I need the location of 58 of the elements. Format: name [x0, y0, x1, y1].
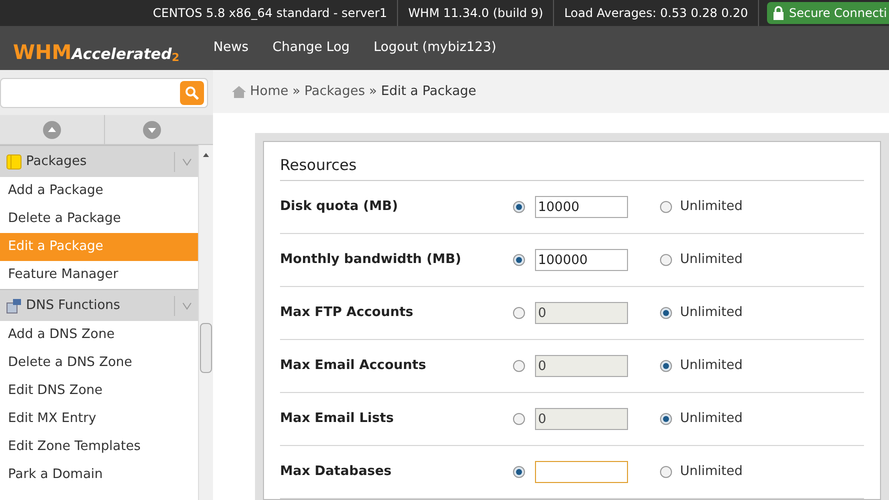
radio-label: Unlimited: [680, 251, 743, 270]
sidebar-item[interactable]: Delete a DNS Zone: [0, 349, 198, 377]
lock-icon: [772, 6, 784, 20]
section-header[interactable]: Packages: [0, 145, 198, 177]
sidebar-item[interactable]: Add a DNS Zone: [0, 321, 198, 349]
text-input-field[interactable]: 10000: [535, 196, 628, 218]
radio-button[interactable]: [513, 360, 525, 372]
field-label: Max FTP Accounts: [280, 304, 414, 322]
home-icon: [232, 86, 246, 98]
text-input-field[interactable]: [535, 461, 628, 483]
radio-button[interactable]: [513, 307, 525, 319]
section-title: Packages: [26, 152, 88, 171]
sidebar-item[interactable]: Edit Zone Templates: [0, 433, 198, 461]
sidebar-item[interactable]: Park a Domain: [0, 461, 198, 489]
breadcrumb-link[interactable]: Packages: [304, 82, 366, 102]
radio-label: Unlimited: [680, 198, 743, 216]
radio-button[interactable]: [660, 254, 672, 266]
field-label: Max Email Accounts: [280, 357, 428, 376]
radio-label: Unlimited: [680, 463, 743, 482]
field-label: Monthly bandwidth (MB): [280, 251, 462, 270]
sidebar-item[interactable]: Delete a Package: [0, 205, 198, 233]
radio-button-checked[interactable]: [660, 413, 672, 425]
sidebar-item[interactable]: Edit MX Entry: [0, 405, 198, 433]
nav-link[interactable]: Change Log: [260, 38, 362, 58]
scrollbar[interactable]: [198, 145, 213, 500]
search-button[interactable]: [180, 80, 204, 104]
field-label: Max Email Lists: [280, 410, 395, 428]
radio-button-checked[interactable]: [513, 254, 525, 266]
radio-button-checked[interactable]: [660, 360, 672, 372]
nav-link[interactable]: News: [201, 38, 261, 58]
field-label: Disk quota (MB): [280, 198, 399, 216]
breadcrumb-separator: »: [369, 82, 377, 101]
breadcrumb-separator: »: [292, 82, 300, 101]
breadcrumb-link[interactable]: Home: [250, 82, 288, 102]
nav-link[interactable]: Logout (mybiz123): [362, 38, 508, 58]
section-heading: Resources: [280, 154, 864, 181]
field-label: Max Databases: [280, 463, 393, 482]
box-icon: [6, 154, 22, 170]
section-title: DNS Functions: [26, 296, 122, 315]
section-header[interactable]: DNS Functions: [0, 289, 198, 321]
radio-button[interactable]: [660, 201, 672, 213]
sidebar-item[interactable]: Feature Manager: [0, 261, 198, 289]
radio-button[interactable]: [660, 466, 672, 478]
radio-button-checked[interactable]: [660, 307, 672, 319]
radio-button-checked[interactable]: [513, 201, 525, 213]
current-page-title: Edit a Package: [381, 82, 476, 101]
search-icon: [185, 86, 199, 100]
radio-label: Unlimited: [680, 410, 743, 428]
radio-button-checked[interactable]: [513, 466, 525, 478]
text-input-field[interactable]: 100000: [535, 249, 628, 271]
radio-button[interactable]: [513, 413, 525, 425]
sidebar-item[interactable]: Edit DNS Zone: [0, 377, 198, 405]
server-icon: [6, 298, 22, 314]
secure-text: Secure Connecti: [788, 5, 887, 22]
radio-label: Unlimited: [680, 357, 743, 376]
sidebar-item[interactable]: Add a Package: [0, 177, 198, 205]
search-field[interactable]: [0, 78, 208, 108]
radio-label: Unlimited: [680, 304, 743, 322]
